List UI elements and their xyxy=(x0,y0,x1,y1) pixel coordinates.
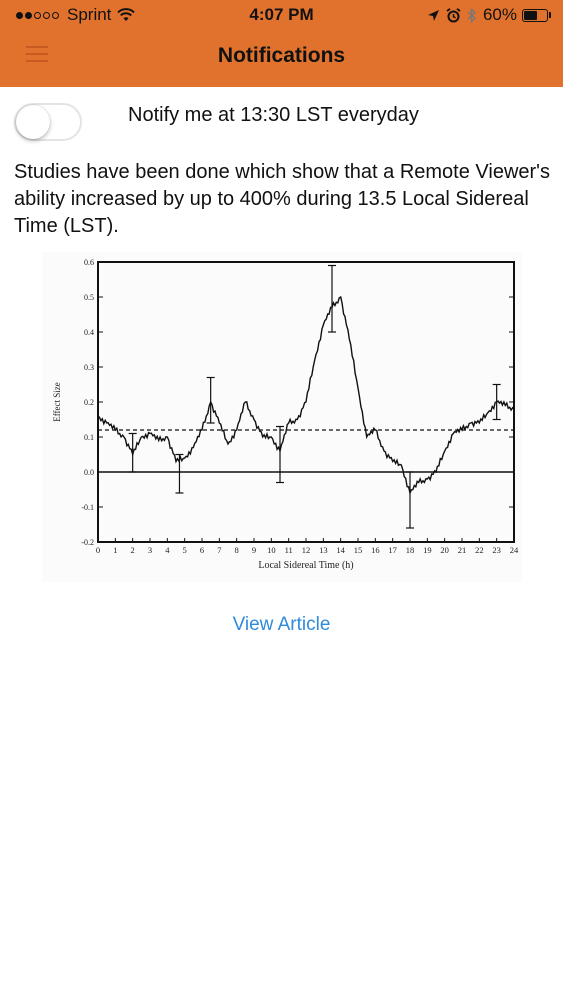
x-tick-label: 12 xyxy=(302,545,311,555)
alarm-clock-icon xyxy=(446,7,461,22)
app-header: Sprint 4:07 PM 60% Notifications xyxy=(0,0,563,87)
x-tick-label: 5 xyxy=(183,545,187,555)
y-tick-label: 0.6 xyxy=(84,258,94,267)
series-line xyxy=(97,295,515,496)
x-tick-label: 9 xyxy=(252,545,256,555)
x-tick-label: 8 xyxy=(235,545,239,555)
y-tick-label: 0.3 xyxy=(84,363,94,372)
x-tick-label: 13 xyxy=(319,545,328,555)
x-tick-label: 22 xyxy=(475,545,484,555)
x-tick-label: 11 xyxy=(285,545,293,555)
x-tick-label: 14 xyxy=(336,545,345,555)
bluetooth-icon xyxy=(467,7,477,23)
status-right: 60% xyxy=(421,5,551,25)
x-axis-label: Local Sidereal Time (h) xyxy=(258,560,353,571)
view-article-link[interactable]: View Article xyxy=(0,614,563,636)
intro-text: Studies have been done which show that a… xyxy=(14,161,550,237)
x-tick-label: 23 xyxy=(492,545,501,555)
x-tick-label: 7 xyxy=(217,545,221,555)
x-tick-label: 19 xyxy=(423,545,432,555)
x-tick-label: 18 xyxy=(406,545,415,555)
status-bar: Sprint 4:07 PM 60% xyxy=(0,0,563,30)
notify-toggle-label: Notify me at 13:30 LST everyday xyxy=(128,104,419,126)
y-tick-label: 0.0 xyxy=(84,468,94,477)
x-tick-label: 17 xyxy=(388,545,397,555)
battery-icon xyxy=(522,8,548,22)
y-tick-label: 0.4 xyxy=(84,328,94,337)
chart-svg: 0.60.50.40.30.20.10.0-0.1-0.20 1 2 3 4 5 6 7 8 9 1… xyxy=(52,258,519,571)
page-title: Notifications xyxy=(217,44,346,67)
x-tick-label: 24 xyxy=(510,545,519,555)
toggle-knob xyxy=(16,105,50,139)
x-tick-label: 15 xyxy=(354,545,363,555)
x-tick-label: 2 xyxy=(131,545,135,555)
x-tick-label: 3 xyxy=(148,545,152,555)
battery-percent: 60% xyxy=(482,5,517,24)
x-tick-label: 20 xyxy=(440,545,449,555)
x-tick-label: 6 xyxy=(200,545,204,555)
y-tick-label: -0.1 xyxy=(81,503,94,512)
battery-cap xyxy=(549,12,551,18)
x-tick-label: 1 xyxy=(113,545,117,555)
x-tick-label: 10 xyxy=(267,545,276,555)
x-tick-label: 4 xyxy=(165,545,170,555)
x-tick-label: 0 xyxy=(96,545,100,555)
y-tick-label: 0.1 xyxy=(84,433,94,442)
x-tick-label: 21 xyxy=(458,545,467,555)
notify-toggle[interactable] xyxy=(14,103,82,141)
x-tick-label: 16 xyxy=(371,545,380,555)
effect-size-chart: 0.6 0.5 0.4 0.3 0.2 0.1 0.0 -0.1 -0.2 0 1 2 3 4 5 6 7 8 9 1… xyxy=(42,252,522,582)
location-arrow-icon xyxy=(427,9,439,21)
battery-fill xyxy=(524,10,537,20)
y-axis-label: Effect Size xyxy=(52,382,62,422)
y-tick-label: 0.2 xyxy=(84,398,94,407)
y-tick-label: 0.5 xyxy=(84,293,94,302)
y-tick-label: -0.2 xyxy=(81,538,94,547)
